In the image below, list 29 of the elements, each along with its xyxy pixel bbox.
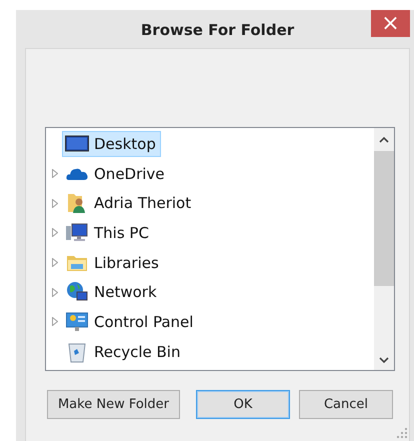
- scroll-up-icon[interactable]: [379, 136, 389, 143]
- close-button[interactable]: ×: [371, 10, 410, 37]
- tree-item[interactable]: This PC: [62, 220, 154, 246]
- window-title: Browse For Folder: [140, 21, 294, 39]
- tree-item[interactable]: Control Panel: [62, 308, 198, 335]
- tree-item[interactable]: OneDrive: [62, 160, 170, 187]
- cloud-icon: [65, 166, 89, 181]
- scroll-down-icon[interactable]: [379, 357, 389, 364]
- tree-item[interactable]: Libraries: [62, 250, 164, 276]
- globe-icon: [65, 281, 89, 304]
- expand-arrow-icon[interactable]: [52, 258, 58, 268]
- computer-icon: [65, 222, 89, 243]
- expand-arrow-icon[interactable]: [52, 317, 58, 326]
- dialog-button[interactable]: Cancel: [299, 390, 393, 419]
- scrollbar[interactable]: [374, 128, 394, 370]
- tree-item[interactable]: Adria Theriot: [62, 190, 196, 216]
- expand-arrow-icon[interactable]: [52, 288, 58, 297]
- tree-item[interactable]: Desktop: [62, 130, 161, 157]
- expand-arrow-icon[interactable]: [52, 198, 58, 208]
- tree-item[interactable]: Network: [62, 279, 162, 306]
- expand-arrow-icon[interactable]: [52, 228, 58, 238]
- dialog-button[interactable]: Make New Folder: [47, 390, 180, 419]
- dialog-button[interactable]: OK: [196, 390, 290, 419]
- tree-item[interactable]: Recycle Bin: [62, 338, 186, 365]
- monitor-icon: [65, 134, 89, 153]
- control-panel-icon: [65, 312, 89, 332]
- expand-arrow-icon[interactable]: [52, 169, 58, 178]
- resize-grip-icon[interactable]: [397, 428, 407, 438]
- scroll-thumb[interactable]: [374, 151, 394, 286]
